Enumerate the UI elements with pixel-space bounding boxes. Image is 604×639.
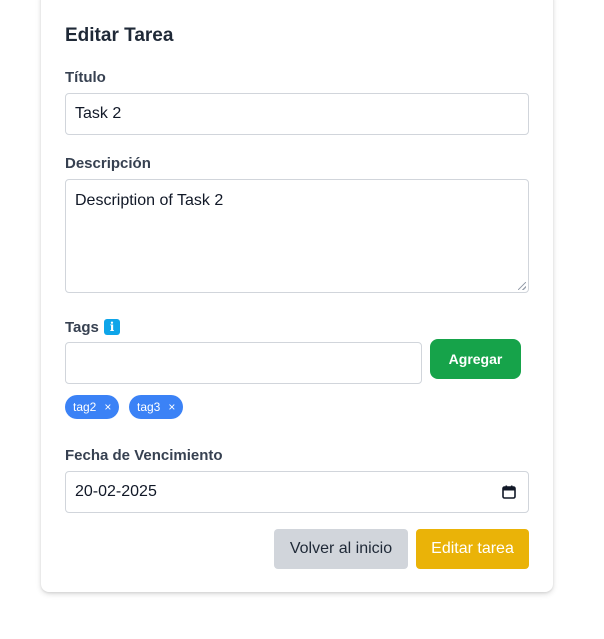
remove-tag-icon[interactable]: × [104,400,111,414]
due-date-value: 20-02-2025 [75,483,157,500]
back-home-button[interactable]: Volver al inicio [274,529,408,569]
tag-chip-tag2: tag2 × [65,395,120,419]
description-textarea[interactable]: Description of Task 2 [65,179,529,293]
info-icon[interactable]: i [104,319,120,335]
edit-task-button[interactable]: Editar tarea [416,529,529,569]
title-input[interactable]: Task 2 [65,93,529,135]
description-text: Description of Task 2 [75,192,224,209]
title-label: Título [65,69,106,86]
page-title: Editar Tarea [65,25,174,46]
resize-handle-icon[interactable] [518,282,526,290]
add-tag-button[interactable]: Agregar [430,339,521,379]
tag-chip-label: tag2 [73,400,97,414]
remove-tag-icon[interactable]: × [168,400,175,414]
calendar-icon[interactable] [502,485,516,499]
tags-label: Tags [65,319,99,336]
tag-chip-label: tag3 [137,400,161,414]
tag-input[interactable] [65,342,422,384]
edit-task-card: Editar Tarea Título Task 2 Descripción D… [41,0,553,592]
tag-chip-tag3: tag3 × [129,395,184,419]
description-label: Descripción [65,155,151,172]
due-date-label: Fecha de Vencimiento [65,447,223,464]
due-date-input[interactable]: 20-02-2025 [65,471,529,513]
